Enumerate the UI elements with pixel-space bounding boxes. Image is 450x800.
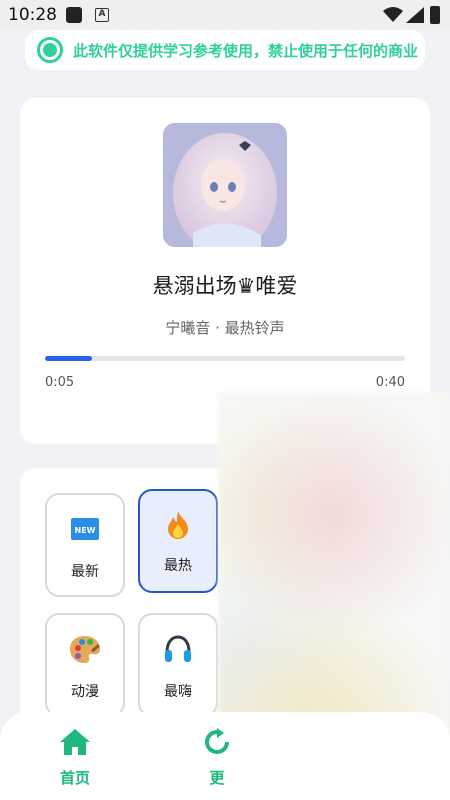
notification-square-icon xyxy=(66,7,82,23)
palette-icon xyxy=(47,633,123,665)
nav-item-update[interactable]: 更 xyxy=(172,712,262,800)
total-time: 0:40 xyxy=(375,375,405,390)
category-anime[interactable]: 动漫 xyxy=(45,613,125,717)
status-bar: 10:28 A xyxy=(0,0,450,30)
status-time: 10:28 xyxy=(8,5,57,25)
song-subtitle: 宁曦音 · 最热铃声 xyxy=(165,319,285,337)
nav-item-label: 更 xyxy=(209,769,225,787)
bottom-navigation: 首页 更 xyxy=(0,712,450,800)
category-label: 最嗨 xyxy=(164,684,192,700)
category-label: 动漫 xyxy=(71,684,99,700)
category-label: 最新 xyxy=(71,564,99,580)
category-newest[interactable]: NEW 最新 xyxy=(45,493,125,597)
category-hype[interactable]: 最嗨 xyxy=(138,613,218,717)
category-hottest[interactable]: 最热 xyxy=(138,489,218,593)
anime-girl-cover-icon xyxy=(163,123,287,247)
svg-text:NEW: NEW xyxy=(75,526,96,535)
nav-item-home[interactable]: 首页 xyxy=(30,712,120,800)
disclaimer-banner: 此软件仅提供学习参考使用，禁止使用于任何的商业 xyxy=(25,30,425,70)
category-label: 最热 xyxy=(164,558,192,574)
disclaimer-text: 此软件仅提供学习参考使用，禁止使用于任何的商业 xyxy=(73,42,419,60)
progress-bar[interactable] xyxy=(45,356,405,361)
signal-icon xyxy=(406,7,424,23)
battery-icon xyxy=(430,6,440,24)
notice-dot-icon xyxy=(37,37,63,63)
app-notification-icon: A xyxy=(95,8,109,22)
song-title: 悬溺出场♛唯爱 xyxy=(152,274,298,298)
wifi-icon xyxy=(383,7,403,22)
fire-icon xyxy=(140,509,216,541)
current-time: 0:05 xyxy=(45,375,75,390)
home-icon xyxy=(30,728,120,758)
progress-fill xyxy=(45,356,92,361)
refresh-icon xyxy=(172,728,262,758)
new-badge-icon: NEW xyxy=(47,513,123,545)
headphones-icon xyxy=(140,633,216,665)
nav-item-label: 首页 xyxy=(59,769,90,787)
album-cover[interactable] xyxy=(163,123,287,247)
